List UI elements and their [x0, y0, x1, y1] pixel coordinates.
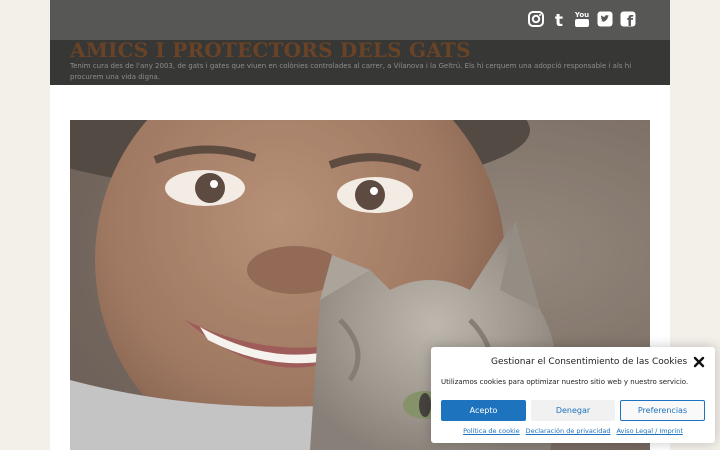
twitter-icon[interactable] [596, 9, 613, 29]
cookie-policy-link[interactable]: Política de cookie [463, 427, 520, 435]
legal-notice-link[interactable]: Aviso Legal / Imprint [616, 427, 682, 435]
facebook-glyph: f [626, 14, 633, 27]
tumblr-glyph: t [554, 11, 562, 28]
facebook-icon[interactable]: f [619, 9, 636, 29]
cookie-banner-text: Utilizamos cookies para optimizar nuestr… [441, 378, 689, 386]
site-header: AMICS I PROTECTORS DELS GATS Tenim cura … [50, 38, 670, 85]
accept-button[interactable]: Acepto [441, 400, 526, 421]
youtube-icon[interactable]: You [573, 9, 590, 29]
cookie-links: Política de cookie Declaración de privac… [431, 427, 715, 435]
tumblr-icon[interactable]: t [550, 9, 567, 29]
close-icon[interactable] [692, 354, 706, 368]
social-links: t You f [527, 9, 636, 29]
cookie-consent-banner: Gestionar el Consentimiento de las Cooki… [431, 347, 715, 443]
deny-button[interactable]: Denegar [531, 400, 615, 421]
cookie-banner-title: Gestionar el Consentimiento de las Cooki… [491, 357, 688, 367]
site-title[interactable]: AMICS I PROTECTORS DELS GATS [70, 38, 471, 62]
privacy-statement-link[interactable]: Declaración de privacidad [526, 427, 611, 435]
instagram-icon[interactable] [527, 9, 544, 29]
preferences-button[interactable]: Preferencias [620, 400, 705, 421]
site-tagline: Tenim cura des de l'any 2003, de gats i … [70, 62, 632, 81]
youtube-glyph: You [574, 11, 589, 19]
top-bar: t You f [50, 0, 670, 40]
